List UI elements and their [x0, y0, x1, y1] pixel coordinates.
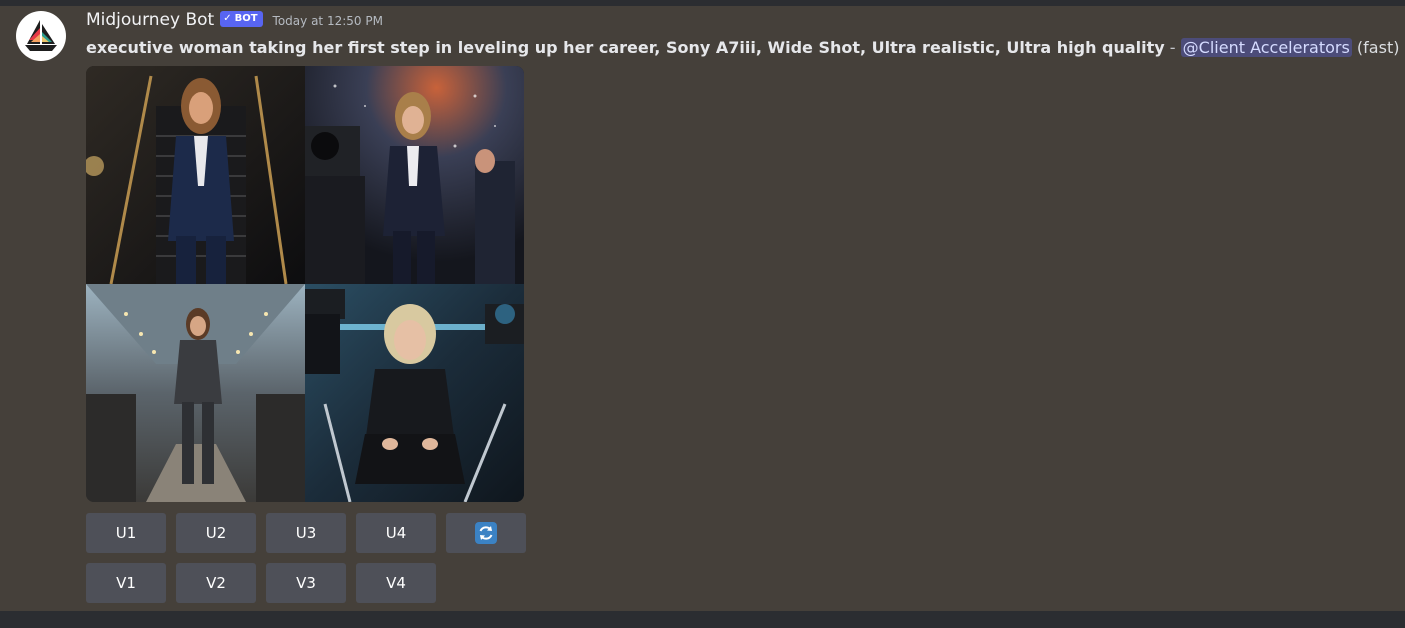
bot-badge-label: BOT [234, 13, 258, 24]
timestamp[interactable]: Today at 12:50 PM [273, 14, 383, 28]
refresh-icon [475, 522, 497, 544]
grid-image-2[interactable] [305, 66, 524, 284]
upscale-button-1[interactable]: U1 [86, 513, 166, 553]
upscale-button-3[interactable]: U3 [266, 513, 346, 553]
top-strip [0, 0, 1405, 6]
verified-check-icon: ✓ [223, 13, 232, 24]
variation-button-4[interactable]: V4 [356, 563, 436, 603]
upscale-button-2[interactable]: U2 [176, 513, 256, 553]
upscale-button-4[interactable]: U4 [356, 513, 436, 553]
bottom-strip [0, 611, 1405, 628]
user-mention[interactable]: @Client Accelerators [1180, 38, 1352, 57]
reroll-button[interactable] [446, 513, 526, 553]
username[interactable]: Midjourney Bot [86, 10, 214, 30]
grid-image-3[interactable] [86, 284, 305, 502]
variation-button-3[interactable]: V3 [266, 563, 346, 603]
variation-button-1[interactable]: V1 [86, 563, 166, 603]
image-grid[interactable] [86, 66, 524, 502]
avatar[interactable] [16, 11, 66, 61]
prompt-separator: - [1164, 38, 1181, 57]
generation-mode: (fast) [1356, 38, 1400, 57]
bot-badge: ✓ BOT [220, 11, 263, 27]
grid-image-1[interactable] [86, 66, 305, 284]
image-icon [86, 284, 305, 502]
image-icon [305, 66, 524, 284]
variation-button-2[interactable]: V2 [176, 563, 256, 603]
message-content: executive woman taking her first step in… [86, 38, 1399, 57]
grid-image-4[interactable] [305, 284, 524, 502]
sailboat-icon [25, 20, 57, 51]
message-header: Midjourney Bot ✓ BOT Today at 12:50 PM [86, 10, 383, 30]
image-icon [305, 284, 524, 502]
image-icon [86, 66, 305, 284]
prompt-text: executive woman taking her first step in… [86, 38, 1165, 57]
